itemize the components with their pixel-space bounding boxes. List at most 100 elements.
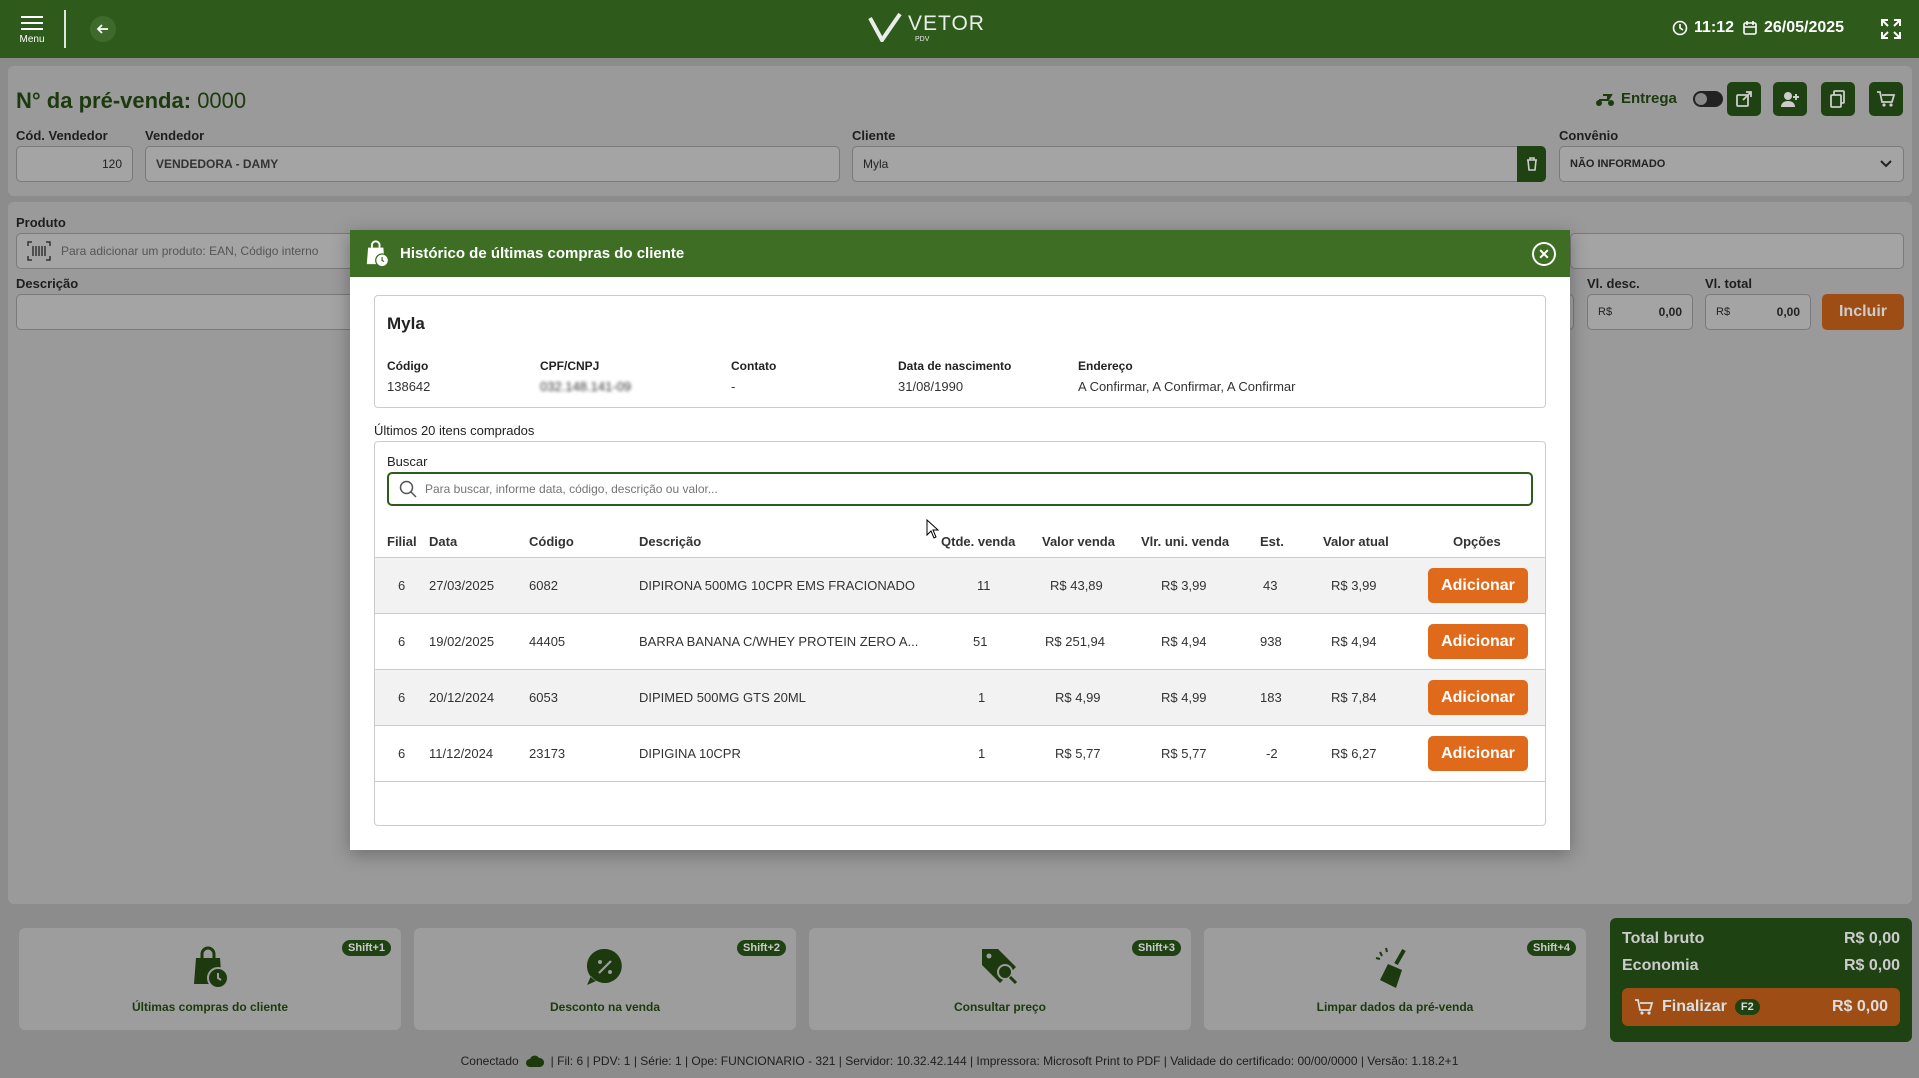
cell-data: 20/12/2024 — [429, 690, 495, 705]
search-input[interactable] — [425, 482, 1425, 496]
cell-descricao: DIPIRONA 500MG 10CPR EMS FRACIONADO — [639, 578, 915, 593]
discount-icon — [586, 948, 622, 985]
cart-icon — [1877, 91, 1896, 107]
barcode-icon — [27, 241, 51, 261]
cell-descricao: BARRA BANANA C/WHEY PROTEIN ZERO A... — [639, 634, 919, 649]
col-filial: Filial — [387, 534, 417, 549]
cliente-input[interactable]: Myla — [852, 146, 1518, 182]
cell-filial: 6 — [398, 578, 406, 593]
cell-filial: 6 — [398, 634, 406, 649]
col-codigo: Código — [529, 534, 574, 549]
cell-valor-atual: R$ 4,94 — [1331, 634, 1377, 649]
price-tag-search-icon — [982, 949, 1018, 985]
copy-button[interactable] — [1821, 82, 1855, 116]
cell-valor-atual: R$ 3,99 — [1331, 578, 1377, 593]
finalizar-button[interactable]: Finalizar F2 R$ 0,00 — [1622, 988, 1900, 1026]
calendar-icon — [1743, 21, 1757, 35]
cell-data: 27/03/2025 — [429, 578, 495, 593]
fullscreen-button[interactable] — [1880, 18, 1902, 45]
convenio-select[interactable]: NÃO INFORMADO — [1559, 146, 1904, 182]
close-icon: ✕ — [1538, 245, 1550, 262]
bag-clock-icon — [194, 946, 229, 989]
produto-label: Produto — [16, 215, 66, 230]
produto-input[interactable]: Para adicionar um produto: EAN, Código i… — [16, 233, 356, 269]
table-row: 6 27/03/2025 6082 DIPIRONA 500MG 10CPR E… — [375, 558, 1545, 614]
cod-vendedor-input[interactable]: 120 — [16, 146, 133, 182]
entrega-label: Entrega — [1621, 90, 1677, 107]
purchase-history-modal: Histórico de últimas compras do cliente … — [350, 230, 1570, 850]
shortcut-badge: Shift+4 — [1527, 940, 1576, 956]
nascimento-value: 31/08/1990 — [898, 379, 964, 394]
cell-codigo: 6053 — [529, 690, 558, 705]
trash-icon — [1526, 157, 1537, 171]
cell-qtde: 11 — [977, 578, 991, 593]
logo-subtext: PDV — [915, 36, 930, 43]
delivery-scooter-icon — [1596, 93, 1614, 106]
adicionar-button[interactable]: Adicionar — [1428, 680, 1528, 715]
economia-row: Economia R$ 0,00 — [1622, 957, 1900, 975]
close-button[interactable]: ✕ — [1532, 242, 1556, 266]
consultar-preco-button[interactable]: Shift+3 Consultar preço — [809, 928, 1191, 1030]
contato-label: Contato — [731, 359, 777, 373]
fullscreen-icon — [1881, 19, 1901, 39]
limpar-dados-button[interactable]: Shift+4 Limpar dados da pré-venda — [1204, 928, 1586, 1030]
col-valor-venda: Valor venda — [1042, 534, 1115, 549]
arrow-left-icon — [96, 24, 108, 34]
table-row: 6 19/02/2025 44405 BARRA BANANA C/WHEY P… — [375, 614, 1545, 670]
cell-data: 11/12/2024 — [429, 746, 494, 761]
col-valor-atual: Valor atual — [1323, 534, 1389, 549]
cod-vendedor-label: Cód. Vendedor — [16, 128, 108, 143]
contato-value: - — [731, 379, 736, 394]
finalizar-shortcut: F2 — [1734, 999, 1760, 1015]
ultimas-compras-button[interactable]: Shift+1 Últimas compras do cliente — [19, 928, 401, 1030]
divider — [64, 10, 66, 48]
modal-title: Histórico de últimas compras do cliente — [400, 245, 685, 262]
broom-icon — [1375, 947, 1406, 988]
vendedor-input[interactable]: VENDEDORA - DAMY — [145, 146, 840, 182]
back-button[interactable] — [90, 16, 116, 42]
desconto-label: Desconto na venda — [549, 1000, 661, 1014]
cell-filial: 6 — [398, 746, 406, 761]
date-text: 26/05/2025 — [1764, 19, 1845, 36]
convenio-value: NÃO INFORMADO — [1570, 158, 1666, 170]
total-bruto-value: R$ 0,00 — [1843, 930, 1900, 947]
clear-client-button[interactable] — [1517, 146, 1546, 182]
adicionar-button[interactable]: Adicionar — [1428, 624, 1528, 659]
col-data: Data — [429, 534, 458, 549]
menu-button[interactable]: Menu — [14, 12, 50, 45]
date: 26/05/2025 — [1742, 19, 1844, 37]
produto-input-right[interactable] — [1570, 233, 1904, 269]
incluir-button[interactable]: Incluir — [1822, 294, 1904, 330]
cell-valor-venda: R$ 4,99 — [1055, 690, 1101, 705]
entrega-toggle[interactable] — [1692, 90, 1723, 107]
logo-text: VETOR — [908, 12, 985, 35]
table-row: 6 11/12/2024 23173 DIPIGINA 10CPR 1 R$ 5… — [375, 726, 1545, 782]
cliente-label: Cliente — [852, 128, 896, 143]
cart-button[interactable] — [1869, 82, 1903, 116]
cart-icon — [1635, 999, 1654, 1015]
add-client-button[interactable] — [1773, 82, 1807, 116]
limpar-dados-label: Limpar dados da pré-venda — [1316, 1000, 1474, 1014]
descricao-input[interactable] — [16, 294, 356, 330]
codigo-label: Código — [387, 359, 429, 373]
codigo-value: 138642 — [387, 379, 431, 394]
cell-valor-venda: R$ 43,89 — [1050, 578, 1103, 593]
cell-descricao: DIPIGINA 10CPR — [639, 746, 741, 761]
page-title: N° da pré-venda: 0000 — [16, 88, 246, 114]
cell-vlr-uni: R$ 3,99 — [1161, 578, 1207, 593]
adicionar-button[interactable]: Adicionar — [1428, 568, 1528, 603]
vl-total-input[interactable]: R$ 0,00 — [1705, 294, 1811, 330]
items-subtitle: Últimos 20 itens comprados — [374, 423, 535, 438]
adicionar-button[interactable]: Adicionar — [1428, 736, 1528, 771]
client-info-card: Myla Código 138642 CPF/CNPJ 032.148.141-… — [374, 295, 1546, 408]
bag-clock-icon — [366, 239, 390, 267]
cell-est: 43 — [1263, 578, 1278, 593]
desconto-button[interactable]: Shift+2 Desconto na venda — [414, 928, 796, 1030]
ultimas-compras-label: Últimas compras do cliente — [131, 1000, 289, 1014]
cloud-connected-icon — [525, 1055, 544, 1067]
share-button[interactable] — [1727, 82, 1761, 116]
vl-desc-input[interactable]: R$ 0,00 — [1587, 294, 1693, 330]
descricao-label: Descrição — [16, 276, 79, 291]
vl-desc-label: Vl. desc. — [1587, 276, 1640, 291]
table-row: 6 20/12/2024 6053 DIPIMED 500MG GTS 20ML… — [375, 670, 1545, 726]
